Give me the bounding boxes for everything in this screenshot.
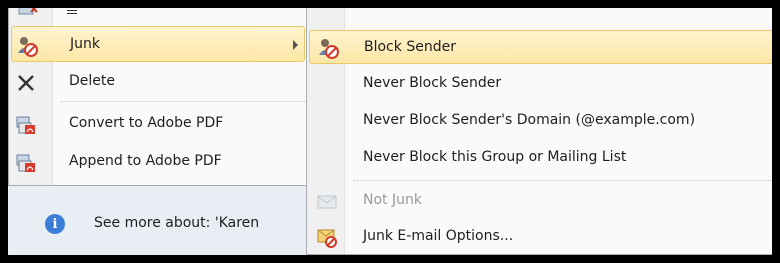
menu-item-label: Junk <box>70 36 100 52</box>
block-sender-icon <box>319 39 339 59</box>
menu-item-label: Convert to Adobe PDF <box>69 115 224 131</box>
submenu-item-junk-options[interactable]: Junk E-mail Options... <box>309 220 772 254</box>
menu-item-delete[interactable]: Delete <box>11 64 305 100</box>
adobe-pdf-append-icon <box>16 154 35 172</box>
context-menu-frame: Junk Delete Convert to Adobe PDF Append … <box>8 8 772 255</box>
submenu-item-never-block-sender[interactable]: Never Block Sender <box>309 67 772 101</box>
submenu-item-never-block-group[interactable]: Never Block this Group or Mailing List <box>309 141 772 175</box>
menu-item-convert-pdf[interactable]: Convert to Adobe PDF <box>11 106 305 142</box>
submenu-item-label: Never Block Sender's Domain (@example.co… <box>363 112 696 128</box>
submenu-item-label: Junk E-mail Options... <box>363 228 514 244</box>
junk-options-icon <box>317 229 337 248</box>
not-junk-envelope-icon <box>317 195 337 209</box>
submenu-item-label: Never Block Sender <box>363 75 502 91</box>
menu-item-junk[interactable]: Junk <box>11 26 305 62</box>
adobe-pdf-convert-icon <box>16 116 35 134</box>
partial-item-icon <box>18 8 38 15</box>
info-icon: i <box>45 214 65 234</box>
submenu-item-label: Not Junk <box>363 192 422 208</box>
partial-item-label <box>67 10 77 14</box>
junk-people-icon <box>18 37 38 57</box>
menu-separator <box>61 101 305 102</box>
submenu-separator <box>353 180 772 181</box>
menu-item-append-pdf[interactable]: Append to Adobe PDF <box>11 144 305 180</box>
submenu-item-not-junk: Not Junk <box>309 184 772 218</box>
context-menu: Junk Delete Convert to Adobe PDF Append … <box>8 8 308 186</box>
submenu-item-label: Never Block this Group or Mailing List <box>363 149 627 165</box>
delete-x-icon <box>18 75 34 91</box>
submenu-item-label: Block Sender <box>364 39 456 55</box>
menu-item-label: Delete <box>69 73 115 89</box>
menu-item-label: Append to Adobe PDF <box>69 153 222 169</box>
submenu-item-block-sender[interactable]: Block Sender <box>309 30 772 64</box>
submenu-arrow-icon <box>293 40 298 50</box>
submenu-item-never-block-domain[interactable]: Never Block Sender's Domain (@example.co… <box>309 104 772 138</box>
info-bar-text[interactable]: See more about: 'Karen <box>94 215 259 231</box>
junk-submenu: Block Sender Never Block Sender Never Bl… <box>306 8 772 255</box>
menu-item-partial <box>9 8 309 22</box>
info-bar: i See more about: 'Karen <box>8 186 308 255</box>
